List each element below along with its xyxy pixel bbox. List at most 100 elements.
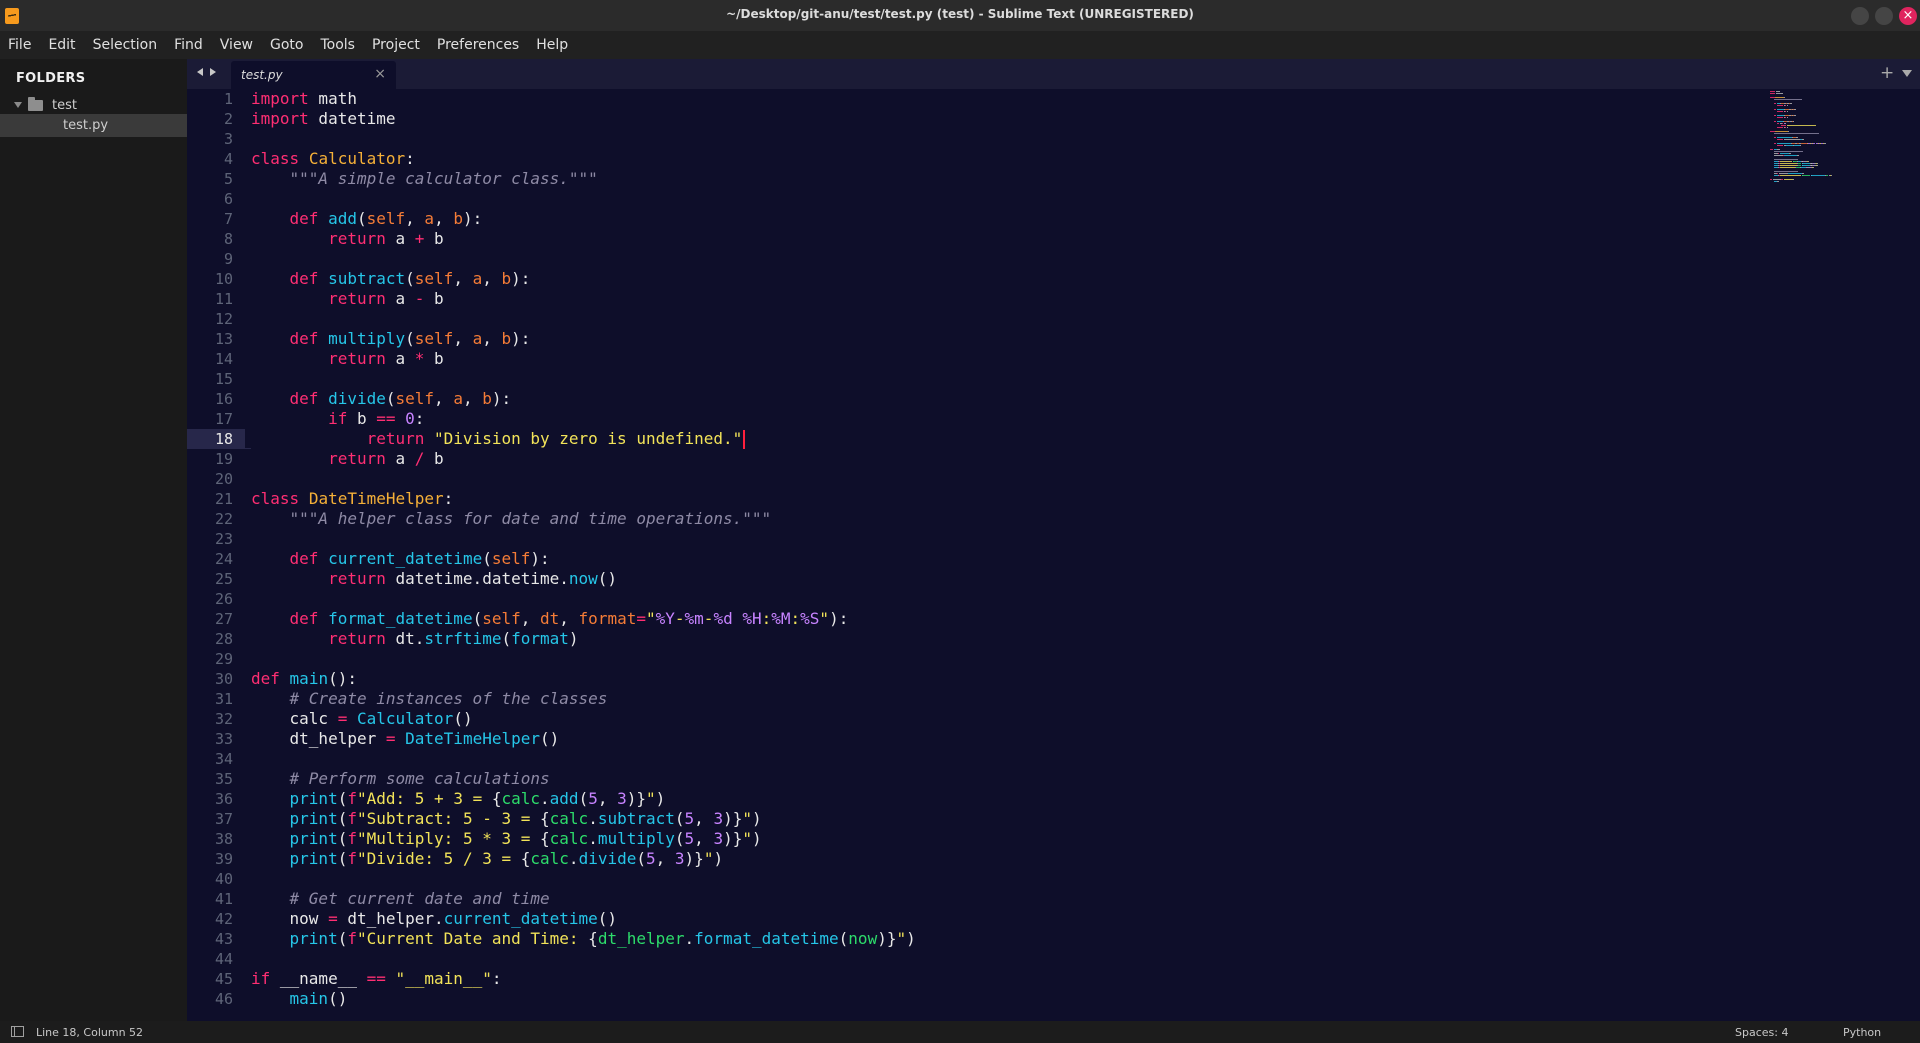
code-line[interactable]: return a * b (251, 349, 916, 369)
code-line[interactable]: def add(self, a, b): (251, 209, 916, 229)
code-line[interactable] (251, 369, 916, 389)
code-token: "Divide: 5 / 3 = (356, 849, 521, 868)
code-token: ): (491, 389, 512, 408)
code-line[interactable] (251, 949, 916, 969)
minimap-stroke (1786, 145, 1794, 146)
code-token: ( (472, 609, 483, 628)
code-line[interactable] (251, 129, 916, 149)
code-line[interactable]: """A helper class for date and time oper… (251, 509, 916, 529)
tab-list-dropdown-icon[interactable] (1902, 70, 1912, 77)
code-line[interactable]: return "Division by zero is undefined." (251, 429, 916, 449)
code-line[interactable]: def current_datetime(self): (251, 549, 916, 569)
new-tab-icon[interactable]: + (1880, 63, 1894, 83)
code-line[interactable]: """A simple calculator class.""" (251, 169, 916, 189)
code-line[interactable]: return a + b (251, 229, 916, 249)
tab-close-icon[interactable]: × (374, 66, 386, 82)
code-token: now (251, 909, 329, 928)
code-line[interactable] (251, 749, 916, 769)
menu-preferences[interactable]: Preferences (437, 37, 519, 53)
code-line[interactable] (251, 589, 916, 609)
menu-goto[interactable]: Goto (270, 37, 303, 53)
code-area[interactable]: import math import datetime class Calculat… (251, 89, 916, 1009)
menu-edit[interactable]: Edit (48, 37, 75, 53)
tab-nav-left-icon[interactable] (197, 68, 203, 76)
code-line[interactable]: return a - b (251, 289, 916, 309)
code-line[interactable]: import math (251, 89, 916, 109)
code-line[interactable]: print(f"Add: 5 + 3 = {calc.add(5, 3)}") (251, 789, 916, 809)
code-line[interactable]: print(f"Multiply: 5 * 3 = {calc.multiply… (251, 829, 916, 849)
code-token: " (645, 609, 656, 628)
code-token: if (251, 969, 271, 988)
menu-project[interactable]: Project (372, 37, 420, 53)
code-line[interactable]: import datetime (251, 109, 916, 129)
line-number: 39 (214, 850, 233, 868)
code-line[interactable] (251, 189, 916, 209)
code-line[interactable]: class DateTimeHelper: (251, 489, 916, 509)
code-line[interactable] (251, 249, 916, 269)
menu-view[interactable]: View (220, 37, 253, 53)
code-line[interactable]: return a / b (251, 449, 916, 469)
code-token: ): (829, 609, 849, 628)
folder-item-test[interactable]: test (14, 95, 77, 115)
code-token: # Perform some calculations (289, 769, 550, 788)
code-token: return (328, 349, 386, 368)
code-line[interactable]: main() (251, 989, 916, 1009)
code-token: print (289, 849, 338, 868)
indentation-setting[interactable]: Spaces: 4 (1735, 1026, 1788, 1039)
toggle-panel-icon[interactable] (11, 1026, 24, 1037)
code-token: calc (251, 709, 338, 728)
code-line[interactable] (251, 529, 916, 549)
code-line[interactable]: return datetime.datetime.now() (251, 569, 916, 589)
code-line[interactable]: def divide(self, a, b): (251, 389, 916, 409)
code-token: a (385, 449, 415, 468)
code-line[interactable]: print(f"Divide: 5 / 3 = {calc.divide(5, … (251, 849, 916, 869)
code-token: now (848, 929, 878, 948)
code-token: print (289, 929, 338, 948)
menu-tools[interactable]: Tools (320, 37, 355, 53)
code-line[interactable]: def main(): (251, 669, 916, 689)
code-line[interactable] (251, 649, 916, 669)
menu-find[interactable]: Find (174, 37, 203, 53)
code-token: return (328, 569, 386, 588)
code-line[interactable] (251, 869, 916, 889)
minimap[interactable] (1770, 91, 1840, 183)
code-token: ( (337, 809, 348, 828)
tab-nav-right-icon[interactable] (210, 68, 216, 76)
code-line[interactable]: print(f"Current Date and Time: {dt_helpe… (251, 929, 916, 949)
code-line[interactable] (251, 309, 916, 329)
code-line[interactable]: return dt.strftime(format) (251, 629, 916, 649)
menu-selection[interactable]: Selection (93, 37, 158, 53)
code-line[interactable]: print(f"Subtract: 5 - 3 = {calc.subtract… (251, 809, 916, 829)
line-number: 36 (214, 790, 233, 808)
code-line[interactable] (251, 469, 916, 489)
code-editor[interactable]: 1 2 3 4 5 6 7 8 9 10 11 12 13 14 15 16 17 18 19 20 21 22 23 24 2… (187, 89, 1920, 1021)
close-window-button[interactable]: × (1899, 7, 1917, 25)
minimap-stroke (1788, 131, 1789, 132)
minimize-button[interactable] (1851, 7, 1869, 25)
code-line[interactable]: calc = Calculator() (251, 709, 916, 729)
code-token: b (482, 389, 492, 408)
code-line[interactable]: def format_datetime(self, dt, format="%Y… (251, 609, 916, 629)
code-line[interactable]: class Calculator: (251, 149, 916, 169)
code-line[interactable]: def multiply(self, a, b): (251, 329, 916, 349)
code-line[interactable]: now = dt_helper.current_datetime() (251, 909, 916, 929)
maximize-button[interactable] (1875, 7, 1893, 25)
code-line[interactable]: dt_helper = DateTimeHelper() (251, 729, 916, 749)
code-line[interactable]: if __name__ == "__main__": (251, 969, 916, 989)
file-item-test-py[interactable]: test.py (0, 114, 187, 137)
code-line[interactable]: # Perform some calculations (251, 769, 916, 789)
menu-help[interactable]: Help (536, 37, 568, 53)
disclosure-triangle-icon[interactable] (14, 102, 22, 108)
code-token: . (588, 829, 598, 848)
code-line[interactable]: # Create instances of the classes (251, 689, 916, 709)
code-line[interactable]: if b == 0: (251, 409, 916, 429)
code-line[interactable]: def subtract(self, a, b): (251, 269, 916, 289)
menu-file[interactable]: File (8, 37, 31, 53)
line-number: 5 (223, 170, 233, 188)
code-line[interactable]: # Get current date and time (251, 889, 916, 909)
tab-test-py[interactable]: test.py × (231, 61, 396, 89)
syntax-setting[interactable]: Python (1843, 1026, 1881, 1039)
